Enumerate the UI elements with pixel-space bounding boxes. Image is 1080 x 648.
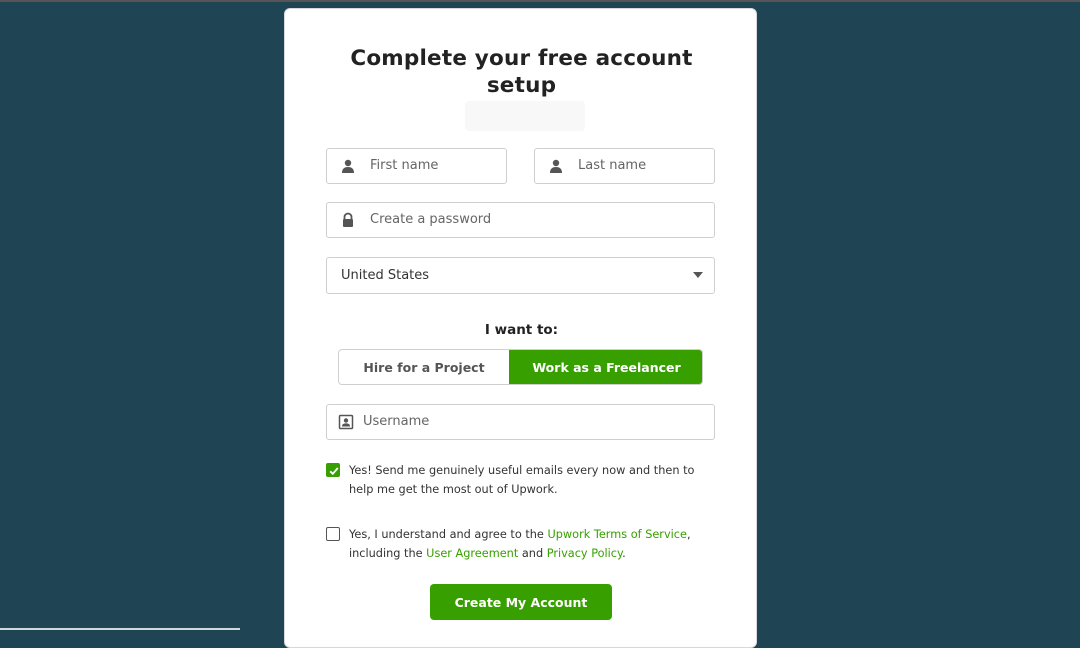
first-name-field[interactable]: First name — [326, 148, 507, 184]
intent-label: I want to: — [484, 322, 559, 338]
last-name-field[interactable]: Last name — [534, 148, 715, 184]
first-name-placeholder: First name — [370, 158, 439, 173]
faded-graphic — [465, 101, 585, 131]
user-agreement-link[interactable]: User Agreement — [426, 547, 518, 560]
privacy-policy-link[interactable]: Privacy Policy — [547, 547, 622, 560]
emails-opt-in-row: Yes! Send me genuinely useful emails eve… — [326, 461, 706, 501]
signup-card: Complete your free account setup First n… — [284, 8, 757, 648]
hire-for-project-option[interactable]: Hire for a Project — [339, 350, 509, 384]
country-select[interactable]: United States — [326, 257, 715, 294]
password-placeholder: Create a password — [370, 212, 492, 227]
create-account-button[interactable]: Create My Account — [430, 584, 612, 620]
emails-opt-in-checkbox[interactable] — [326, 463, 340, 477]
terms-of-service-link[interactable]: Upwork Terms of Service — [547, 528, 686, 541]
username-field[interactable]: Username — [326, 404, 715, 440]
caret-down-icon — [693, 272, 703, 278]
lock-icon — [340, 212, 356, 228]
intent-toggle: Hire for a Project Work as a Freelancer — [338, 349, 703, 385]
terms-checkbox[interactable] — [326, 527, 340, 541]
work-as-freelancer-option[interactable]: Work as a Freelancer — [509, 350, 702, 384]
username-placeholder: Username — [363, 414, 430, 429]
password-field[interactable]: Create a password — [326, 202, 715, 238]
bottom-strip — [0, 628, 240, 630]
terms-and: and — [518, 547, 547, 560]
terms-row: Yes, I understand and agree to the Upwor… — [326, 525, 706, 565]
user-icon — [340, 158, 356, 174]
terms-end: . — [622, 547, 626, 560]
terms-prefix: Yes, I understand and agree to the — [349, 528, 548, 541]
user-icon — [548, 158, 564, 174]
emails-opt-in-text: Yes! Send me genuinely useful emails eve… — [349, 464, 695, 496]
last-name-placeholder: Last name — [578, 158, 647, 173]
checkmark-icon — [329, 467, 339, 476]
page-title: Complete your free account setup — [350, 46, 693, 98]
terms-text: Yes, I understand and agree to the Upwor… — [349, 525, 704, 563]
id-card-icon — [338, 414, 354, 430]
country-value: United States — [341, 268, 430, 283]
